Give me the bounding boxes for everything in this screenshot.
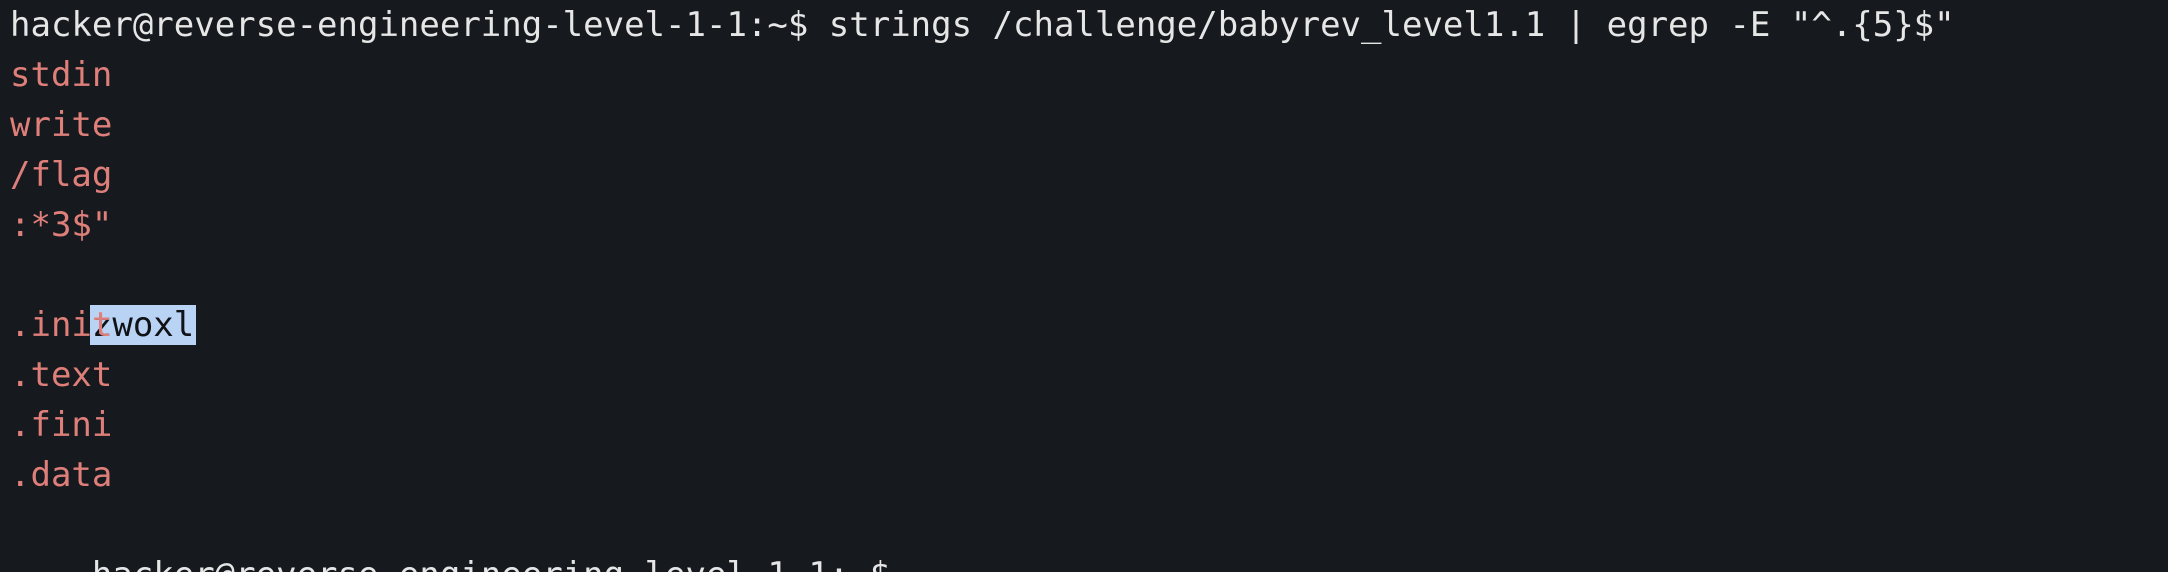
shell-prompt: hacker@reverse-engineering-level-1-1:~$ <box>92 555 911 572</box>
output-line-flag: /flag <box>10 155 113 195</box>
output-line-text: .text <box>10 355 113 395</box>
output-line-stdin: stdin <box>10 55 113 95</box>
output-line-write: write <box>10 105 113 145</box>
output-line-fini: .fini <box>10 405 113 445</box>
output-line-data: .data <box>10 455 113 495</box>
terminal-window[interactable]: hacker@reverse-engineering-level-1-1:~$ … <box>0 0 2168 572</box>
output-line-init: .init <box>10 305 113 345</box>
output-line-zwoxl[interactable]: zwoxl <box>10 250 197 345</box>
final-prompt-line[interactable]: hacker@reverse-engineering-level-1-1:~$ <box>10 500 937 572</box>
command-line: hacker@reverse-engineering-level-1-1:~$ … <box>10 5 1955 45</box>
output-line-symbols: :*3$" <box>10 205 113 245</box>
